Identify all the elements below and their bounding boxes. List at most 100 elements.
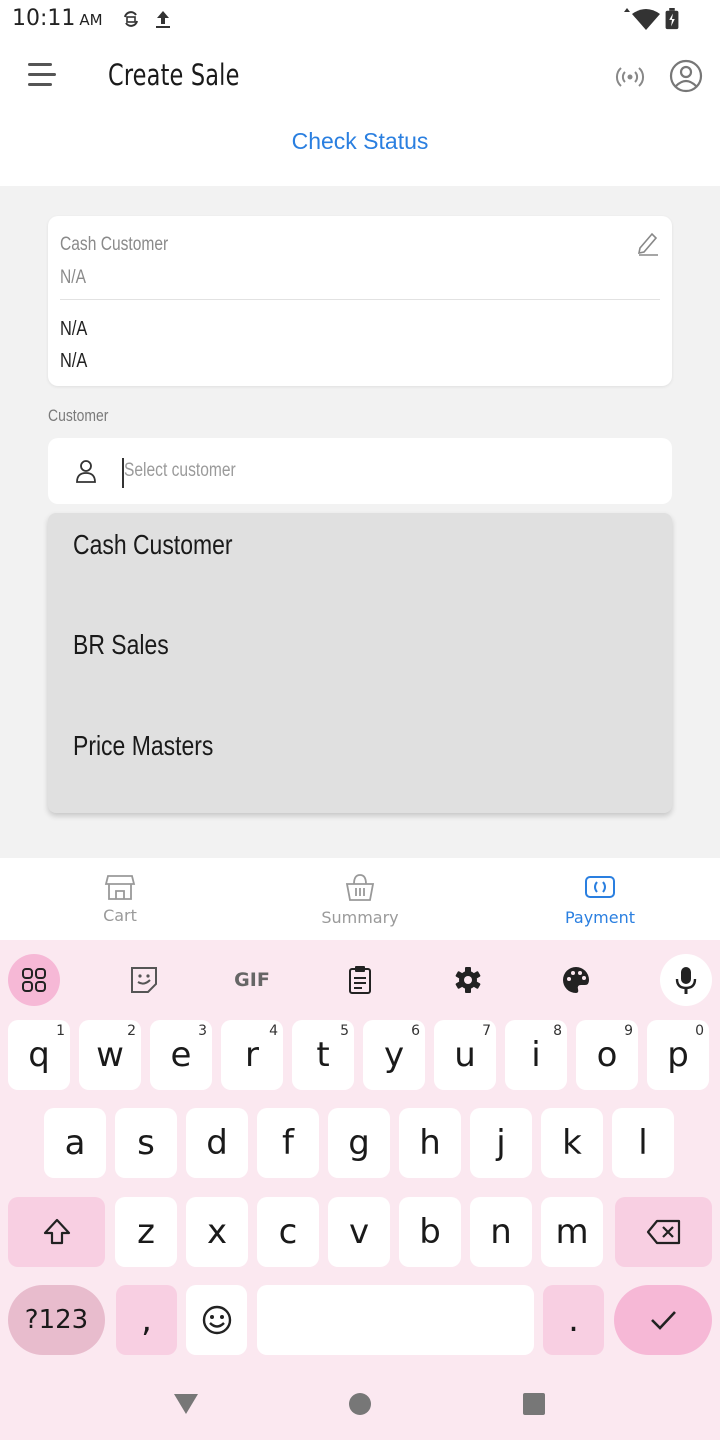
key-w-hint: 2 bbox=[127, 1023, 136, 1039]
key-h-label: h bbox=[419, 1123, 441, 1163]
palette-icon[interactable] bbox=[550, 954, 602, 1006]
customer-name: Cash Customer bbox=[60, 234, 169, 255]
key-a[interactable]: a bbox=[44, 1108, 106, 1178]
nav-label-cart: Cart bbox=[103, 906, 137, 925]
enter-key[interactable] bbox=[614, 1285, 712, 1355]
key-e-hint: 3 bbox=[198, 1023, 207, 1039]
key-i[interactable]: i8 bbox=[505, 1020, 567, 1090]
key-b[interactable]: b bbox=[399, 1197, 461, 1267]
key-d[interactable]: d bbox=[186, 1108, 248, 1178]
emoji-icon bbox=[202, 1305, 231, 1335]
key-o[interactable]: o9 bbox=[576, 1020, 638, 1090]
shift-key[interactable] bbox=[8, 1197, 105, 1267]
basket-icon bbox=[345, 874, 375, 901]
dropdown-option-cash-customer[interactable]: Cash Customer bbox=[73, 529, 233, 561]
mic-icon[interactable] bbox=[660, 954, 712, 1006]
key-z[interactable]: z bbox=[115, 1197, 177, 1267]
key-r[interactable]: r4 bbox=[221, 1020, 283, 1090]
sticker-icon[interactable] bbox=[118, 954, 170, 1006]
key-f-label: f bbox=[282, 1123, 294, 1163]
home-icon[interactable] bbox=[348, 1392, 372, 1416]
menu-icon[interactable] bbox=[26, 60, 58, 90]
key-e-label: e bbox=[170, 1035, 192, 1075]
key-r-label: r bbox=[245, 1035, 259, 1075]
key-j[interactable]: j bbox=[470, 1108, 532, 1178]
key-r-hint: 4 bbox=[269, 1023, 278, 1039]
back-icon[interactable] bbox=[172, 1392, 200, 1416]
payment-icon bbox=[585, 876, 615, 898]
key-x-label: x bbox=[206, 1212, 228, 1252]
nav-item-payment[interactable]: Payment bbox=[480, 858, 720, 940]
recents-icon[interactable] bbox=[522, 1392, 546, 1416]
customer-detail-2: N/A bbox=[60, 318, 88, 340]
apps-icon[interactable] bbox=[8, 954, 60, 1006]
comma-key[interactable]: , bbox=[116, 1285, 177, 1355]
nav-item-cart[interactable]: Cart bbox=[0, 858, 240, 940]
key-w-label: w bbox=[96, 1035, 124, 1075]
nav-item-summary[interactable]: Summary bbox=[240, 858, 480, 940]
key-o-hint: 9 bbox=[624, 1023, 633, 1039]
customer-search-input[interactable]: Select customer bbox=[48, 438, 672, 504]
key-f[interactable]: f bbox=[257, 1108, 319, 1178]
key-k-label: k bbox=[562, 1123, 582, 1163]
check-status-button[interactable]: Check Status bbox=[0, 128, 720, 155]
soft-keyboard: GIF ?123 , . q 1 w 2 e 3 r 4 t 5 y 6 u 7… bbox=[0, 940, 720, 1370]
gif-button[interactable]: GIF bbox=[226, 954, 278, 1006]
customer-field-label: Customer bbox=[48, 406, 109, 425]
customer-dropdown: Cash Customer BR Sales Price Masters bbox=[48, 513, 672, 813]
key-t[interactable]: t5 bbox=[292, 1020, 354, 1090]
sync-icon bbox=[124, 11, 138, 27]
key-i-label: i bbox=[531, 1035, 541, 1075]
key-w[interactable]: w2 bbox=[79, 1020, 141, 1090]
customer-detail-3: N/A bbox=[60, 350, 88, 372]
key-n[interactable]: n bbox=[470, 1197, 532, 1267]
clipboard-icon[interactable] bbox=[334, 954, 386, 1006]
key-c[interactable]: c bbox=[257, 1197, 319, 1267]
key-c-label: c bbox=[278, 1212, 298, 1252]
dropdown-option-br-sales[interactable]: BR Sales bbox=[73, 629, 169, 661]
key-t-hint: 5 bbox=[340, 1023, 349, 1039]
key-o-label: o bbox=[596, 1035, 618, 1075]
backspace-key[interactable] bbox=[615, 1197, 712, 1267]
key-l-label: l bbox=[638, 1123, 648, 1163]
symbols-key[interactable]: ?123 bbox=[8, 1285, 105, 1355]
account-icon[interactable] bbox=[668, 58, 704, 94]
key-e[interactable]: e3 bbox=[150, 1020, 212, 1090]
key-y-hint: 6 bbox=[411, 1023, 420, 1039]
shift-icon bbox=[43, 1218, 70, 1245]
edit-icon[interactable] bbox=[636, 230, 660, 256]
key-k[interactable]: k bbox=[541, 1108, 603, 1178]
broadcast-icon[interactable] bbox=[614, 62, 646, 92]
upload-icon bbox=[156, 11, 170, 28]
key-j-label: j bbox=[496, 1123, 506, 1163]
key-q[interactable]: q1 bbox=[8, 1020, 70, 1090]
wifi-icon bbox=[624, 8, 660, 30]
key-u[interactable]: u7 bbox=[434, 1020, 496, 1090]
nav-label-summary: Summary bbox=[321, 908, 399, 927]
period-key[interactable]: . bbox=[543, 1285, 604, 1355]
key-s[interactable]: s bbox=[115, 1108, 177, 1178]
key-m-label: m bbox=[555, 1212, 589, 1252]
key-y[interactable]: y6 bbox=[363, 1020, 425, 1090]
key-g-label: g bbox=[348, 1123, 370, 1163]
key-m[interactable]: m bbox=[541, 1197, 603, 1267]
customer-placeholder: Select customer bbox=[124, 460, 236, 481]
key-z-label: z bbox=[137, 1212, 155, 1252]
key-x[interactable]: x bbox=[186, 1197, 248, 1267]
check-icon bbox=[651, 1311, 676, 1330]
key-v[interactable]: v bbox=[328, 1197, 390, 1267]
key-q-label: q bbox=[28, 1035, 50, 1075]
key-h[interactable]: h bbox=[399, 1108, 461, 1178]
emoji-key[interactable] bbox=[186, 1285, 247, 1355]
page-title: Create Sale bbox=[108, 58, 240, 92]
key-u-hint: 7 bbox=[482, 1023, 491, 1039]
key-b-label: b bbox=[419, 1212, 441, 1252]
key-v-label: v bbox=[348, 1212, 370, 1252]
key-p[interactable]: p0 bbox=[647, 1020, 709, 1090]
settings-icon[interactable] bbox=[442, 954, 494, 1006]
dropdown-option-price-masters[interactable]: Price Masters bbox=[73, 730, 213, 762]
space-key[interactable] bbox=[257, 1285, 534, 1355]
key-g[interactable]: g bbox=[328, 1108, 390, 1178]
key-l[interactable]: l bbox=[612, 1108, 674, 1178]
key-i-hint: 8 bbox=[553, 1023, 562, 1039]
